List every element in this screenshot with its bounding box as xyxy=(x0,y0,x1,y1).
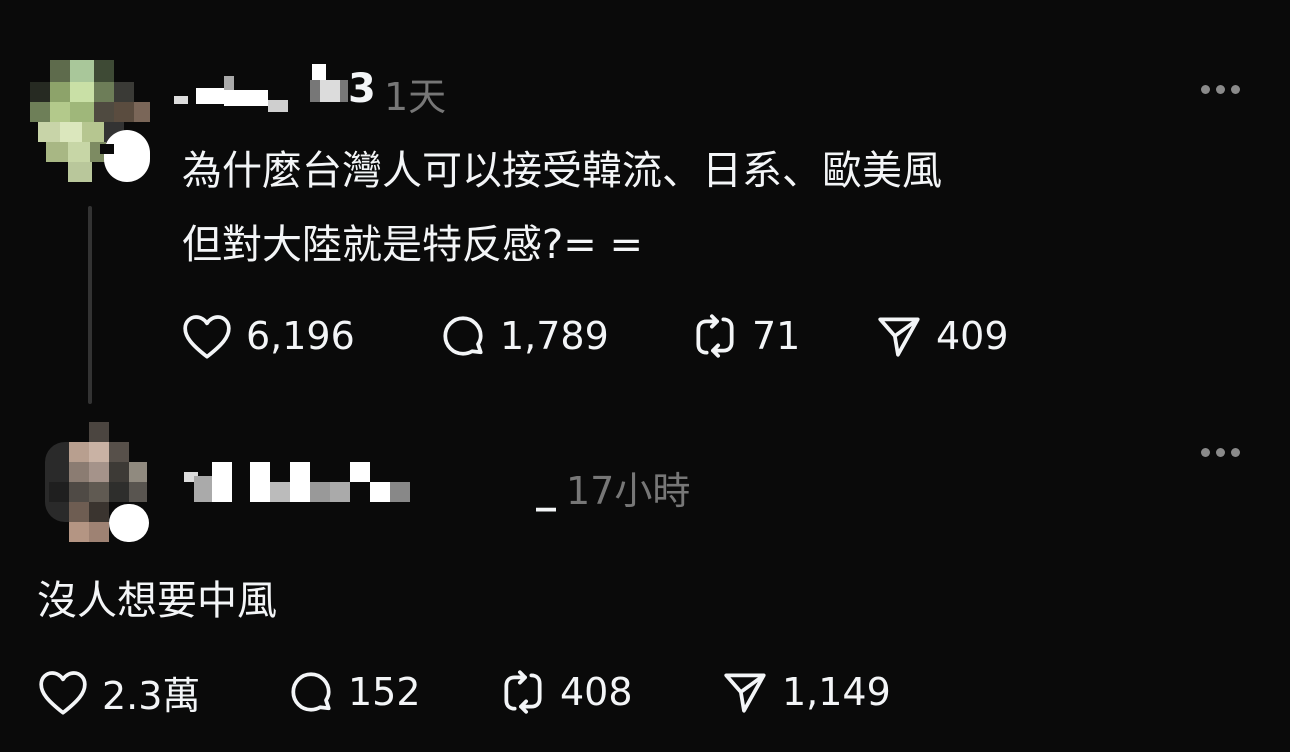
more-options-button[interactable] xyxy=(1201,448,1240,457)
repost-count: 71 xyxy=(752,314,801,358)
avatar[interactable] xyxy=(35,422,153,544)
username-fragment: 3 xyxy=(348,66,376,112)
heart-icon xyxy=(39,671,87,715)
reply-button[interactable]: 1,789 xyxy=(438,311,690,361)
share-count: 1,149 xyxy=(782,670,891,714)
reply-count: 1,789 xyxy=(500,314,609,358)
username[interactable] xyxy=(180,460,420,504)
like-button[interactable]: 2.3萬 xyxy=(36,665,286,720)
username-fragment: _ xyxy=(536,466,556,512)
like-button[interactable]: 6,196 xyxy=(180,312,438,360)
username[interactable] xyxy=(170,62,370,120)
avatar[interactable] xyxy=(30,60,150,185)
heart-icon xyxy=(183,315,231,359)
repost-button[interactable]: 408 xyxy=(498,667,720,717)
post-time: 17小時 xyxy=(566,469,691,513)
like-count: 2.3萬 xyxy=(102,673,201,718)
post-text-line-1: 為什麼台灣人可以接受韓流、日系、歐美風 xyxy=(182,148,942,194)
repost-icon xyxy=(696,314,734,358)
send-icon xyxy=(724,673,766,713)
post-text-line-1: 沒人想要中風 xyxy=(37,578,277,624)
post-text-line-2: 但對大陸就是特反感?= = xyxy=(182,222,643,268)
more-options-button[interactable] xyxy=(1201,85,1240,94)
reply-count: 152 xyxy=(348,670,421,714)
more-dots-icon xyxy=(1201,85,1210,94)
share-button[interactable]: 1,149 xyxy=(720,667,891,717)
repost-icon xyxy=(504,670,542,714)
repost-button[interactable]: 71 xyxy=(690,311,874,361)
reply-button[interactable]: 152 xyxy=(286,667,498,717)
more-dots-icon xyxy=(1201,448,1210,457)
share-button[interactable]: 409 xyxy=(874,311,1009,361)
comment-icon xyxy=(443,316,483,356)
like-count: 6,196 xyxy=(246,314,355,358)
send-icon xyxy=(878,317,920,357)
thread-line xyxy=(88,206,92,404)
post-time: 1天 xyxy=(384,75,447,119)
share-count: 409 xyxy=(936,314,1009,358)
comment-icon xyxy=(291,672,331,712)
repost-count: 408 xyxy=(560,670,633,714)
